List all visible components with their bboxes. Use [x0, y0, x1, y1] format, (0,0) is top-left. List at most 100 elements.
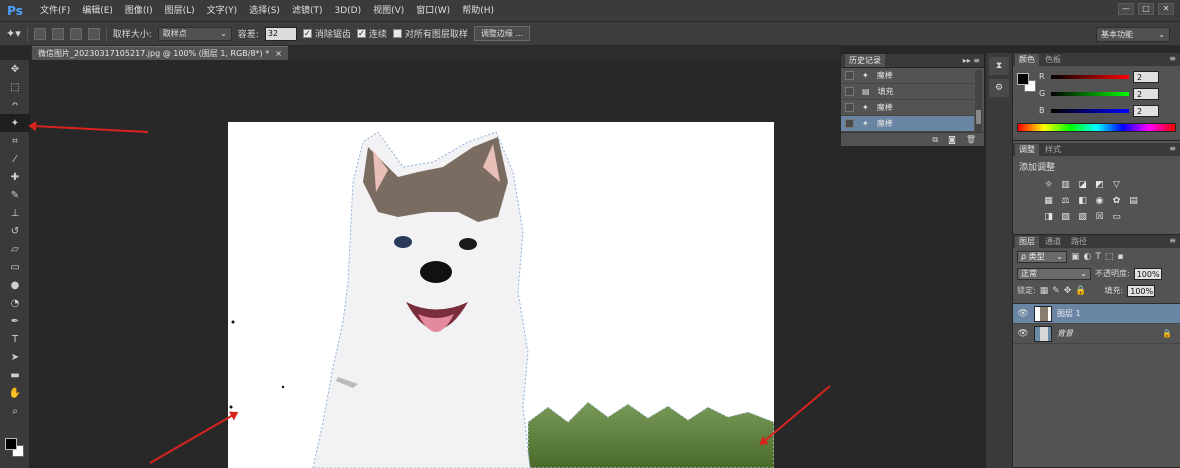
exposure-icon[interactable]: ◩ — [1094, 180, 1105, 191]
adjustment-filter-icon[interactable]: ◐ — [1084, 252, 1092, 262]
blur-tool-icon[interactable]: ● — [0, 276, 30, 294]
path-selection-tool-icon[interactable]: ➤ — [0, 348, 30, 366]
layer-row[interactable]: 👁 背景 🔒 — [1013, 324, 1180, 344]
tab-color[interactable]: 颜色 — [1015, 53, 1039, 66]
lock-all-icon[interactable]: 🔒 — [1075, 286, 1086, 296]
tab-channels[interactable]: 通道 — [1041, 236, 1065, 248]
type-filter-icon[interactable]: T — [1095, 252, 1101, 262]
move-tool-icon[interactable]: ✥ — [0, 60, 30, 78]
maximize-button[interactable]: □ — [1138, 3, 1154, 15]
menu-select[interactable]: 选择(S) — [243, 0, 286, 22]
panel-menu-icon[interactable]: ≡ — [1169, 53, 1176, 65]
contiguous-checkbox[interactable]: ✓ 连续 — [356, 27, 387, 40]
blue-slider[interactable] — [1051, 108, 1129, 113]
close-tab-icon[interactable]: × — [275, 49, 282, 58]
clone-stamp-tool-icon[interactable]: ⊥ — [0, 204, 30, 222]
all-layers-checkbox[interactable]: 对所有图层取样 — [392, 27, 468, 40]
tab-history[interactable]: 历史记录 — [845, 54, 885, 67]
channel-mixer-icon[interactable]: ✿ — [1111, 196, 1122, 207]
menu-image[interactable]: 图像(I) — [119, 0, 159, 22]
curves-icon[interactable]: ◪ — [1077, 180, 1088, 191]
history-item[interactable]: ✦ 魔棒 — [841, 68, 974, 84]
history-item[interactable]: ▤ 填充 — [841, 84, 974, 100]
panel-menu-icon[interactable]: ≡ — [1169, 143, 1176, 155]
rectangle-tool-icon[interactable]: ▬ — [0, 366, 30, 384]
dodge-tool-icon[interactable]: ◔ — [0, 294, 30, 312]
eyedropper-tool-icon[interactable]: ⁄ — [0, 150, 30, 168]
new-document-from-state-icon[interactable]: ⧉ — [932, 135, 938, 145]
gradient-tool-icon[interactable]: ▭ — [0, 258, 30, 276]
lock-pixels-icon[interactable]: ✎ — [1052, 286, 1060, 296]
snapshot-source-box[interactable] — [845, 71, 854, 80]
color-balance-icon[interactable]: ⚖ — [1060, 196, 1071, 207]
hue-saturation-icon[interactable]: ▦ — [1043, 196, 1054, 207]
invert-icon[interactable]: ◨ — [1043, 212, 1054, 223]
lasso-tool-icon[interactable]: ᴖ — [0, 96, 30, 114]
foreground-color-chip[interactable] — [1017, 73, 1029, 85]
panel-menu-icon[interactable]: ▸▸ ≡ — [963, 56, 980, 65]
levels-icon[interactable]: ▥ — [1060, 180, 1071, 191]
snapshot-camera-icon[interactable]: ◙ — [948, 135, 956, 144]
tolerance-input[interactable]: 32 — [264, 26, 297, 41]
close-button[interactable]: ✕ — [1158, 3, 1174, 15]
channel-value[interactable]: 2 — [1133, 70, 1159, 83]
layer-row-selected[interactable]: 👁 图层 1 — [1013, 304, 1180, 324]
snapshot-source-box[interactable] — [845, 87, 854, 96]
menu-type[interactable]: 文字(Y) — [201, 0, 244, 22]
crop-tool-icon[interactable]: ⌗ — [0, 132, 30, 150]
blend-mode-dropdown[interactable]: 正常 ⌄ — [1017, 267, 1091, 280]
intersect-selection-icon[interactable] — [87, 27, 100, 40]
channel-value[interactable]: 2 — [1133, 104, 1159, 117]
hand-tool-icon[interactable]: ✋ — [0, 384, 30, 402]
history-brush-tool-icon[interactable]: ↺ — [0, 222, 30, 240]
menu-file[interactable]: 文件(F) — [34, 0, 76, 22]
snapshot-source-box[interactable] — [845, 119, 854, 128]
history-item-selected[interactable]: ✦ 魔棒 — [841, 116, 974, 132]
menu-filter[interactable]: 滤镜(T) — [286, 0, 329, 22]
snapshot-source-box[interactable] — [845, 103, 854, 112]
gradient-map-icon[interactable]: ▭ — [1111, 212, 1122, 223]
type-tool-icon[interactable]: T — [0, 330, 30, 348]
menu-view[interactable]: 视图(V) — [367, 0, 410, 22]
opacity-input[interactable]: 100% — [1133, 267, 1162, 280]
scrollbar-thumb[interactable] — [976, 110, 981, 124]
panel-menu-icon[interactable]: ≡ — [1169, 235, 1176, 247]
new-selection-icon[interactable] — [33, 27, 46, 40]
document-tab[interactable]: 微信图片_20230317105217.jpg @ 100% (图层 1, RG… — [32, 46, 288, 60]
threshold-icon[interactable]: ▨ — [1077, 212, 1088, 223]
zoom-tool-icon[interactable]: ⌕ — [0, 402, 30, 420]
channel-value[interactable]: 2 — [1133, 87, 1159, 100]
menu-3d[interactable]: 3D(D) — [328, 0, 367, 22]
antialias-checkbox[interactable]: ✓ 消除锯齿 — [302, 27, 351, 40]
tab-paths[interactable]: 路径 — [1067, 236, 1091, 248]
black-white-icon[interactable]: ◧ — [1077, 196, 1088, 207]
tab-adjustments[interactable]: 调整 — [1015, 143, 1039, 156]
vibrance-icon[interactable]: ▽ — [1111, 180, 1122, 191]
magic-wand-tool-icon[interactable]: ✦ — [0, 114, 30, 132]
tab-swatches[interactable]: 色板 — [1041, 54, 1065, 66]
subtract-selection-icon[interactable] — [69, 27, 82, 40]
fill-input[interactable]: 100% — [1127, 284, 1156, 297]
properties-panel-icon[interactable]: ⚙ — [989, 79, 1009, 97]
magic-wand-preset-icon[interactable]: ✦▾ — [6, 27, 21, 40]
marquee-tool-icon[interactable]: ⬚ — [0, 78, 30, 96]
menu-edit[interactable]: 编辑(E) — [76, 0, 119, 22]
eye-icon[interactable]: 👁 — [1017, 309, 1029, 319]
pixel-filter-icon[interactable]: ▣ — [1071, 252, 1080, 262]
menu-window[interactable]: 窗口(W) — [410, 0, 456, 22]
brush-tool-icon[interactable]: ✎ — [0, 186, 30, 204]
green-slider[interactable] — [1051, 91, 1129, 96]
workspace-dropdown[interactable]: 基本功能 ⌄ — [1096, 27, 1170, 42]
color-chips[interactable] — [1017, 73, 1037, 93]
brightness-contrast-icon[interactable]: ☼ — [1043, 180, 1054, 191]
smart-object-filter-icon[interactable]: ▪ — [1117, 252, 1123, 262]
sample-size-dropdown[interactable]: 取样点 ⌄ — [157, 26, 232, 41]
history-scrollbar[interactable] — [975, 70, 982, 132]
menu-help[interactable]: 帮助(H) — [456, 0, 500, 22]
refine-edge-button[interactable]: 调整边缘 ... — [473, 26, 531, 41]
history-item[interactable]: ✦ 魔棒 — [841, 100, 974, 116]
red-slider[interactable] — [1051, 74, 1129, 79]
color-swatches[interactable] — [5, 438, 25, 458]
add-selection-icon[interactable] — [51, 27, 64, 40]
foreground-color-swatch[interactable] — [5, 438, 17, 450]
